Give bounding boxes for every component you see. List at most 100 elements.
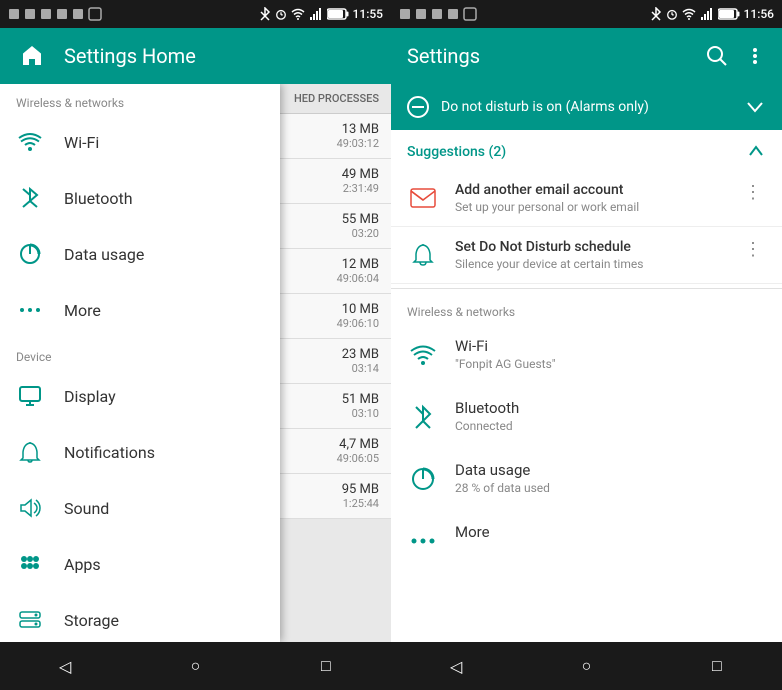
status-bar-left: 11:55 bbox=[0, 0, 391, 28]
more-icon bbox=[744, 45, 766, 67]
suggestion-more-dnd[interactable]: ⋮ bbox=[740, 239, 766, 260]
data-usage-icon bbox=[16, 240, 44, 268]
left-menu-content: Wireless & networks Wi-Fi Bluetooth Data… bbox=[0, 84, 280, 642]
recent-button-left[interactable]: □ bbox=[314, 654, 338, 678]
suggestions-header: Suggestions (2) bbox=[391, 130, 782, 170]
settings-item-content-datausage: Data usage 28 % of data used bbox=[455, 461, 766, 495]
time-right: 11:56 bbox=[744, 7, 774, 21]
settings-icon-sb-r bbox=[431, 8, 443, 20]
menu-item-sound[interactable]: Sound bbox=[0, 480, 280, 536]
display-icon bbox=[16, 382, 44, 410]
suggestion-item-email[interactable]: Add another email account Set up your pe… bbox=[391, 170, 782, 227]
data-usage-svg bbox=[410, 466, 436, 492]
dnd-banner[interactable]: Do not disturb is on (Alarms only) bbox=[391, 84, 782, 130]
suggestion-content-dnd: Set Do Not Disturb schedule Silence your… bbox=[455, 239, 724, 271]
photo-icon-r bbox=[415, 8, 427, 20]
suggestion-more-email[interactable]: ⋮ bbox=[740, 182, 766, 203]
wifi-icon bbox=[16, 128, 44, 156]
wifi-status-icon-right bbox=[682, 7, 696, 21]
nav-bar-left: ◁ ○ □ bbox=[0, 642, 391, 690]
signal-icon-right bbox=[700, 7, 714, 21]
suggestion-item-dnd[interactable]: Set Do Not Disturb schedule Silence your… bbox=[391, 227, 782, 284]
apps-icon bbox=[16, 550, 44, 578]
menu-item-storage[interactable]: Storage bbox=[0, 592, 280, 642]
bluetooth-status-icon-left bbox=[259, 7, 271, 21]
back-button-right[interactable]: ◁ bbox=[444, 654, 468, 678]
settings-item-datausage[interactable]: Data usage 28 % of data used bbox=[391, 447, 782, 509]
gmail-icon bbox=[407, 182, 439, 214]
menu-label: Apps bbox=[64, 555, 101, 574]
suggestion-title-dnd: Set Do Not Disturb schedule bbox=[455, 239, 724, 255]
settings-item-title-wifi: Wi-Fi bbox=[455, 337, 766, 355]
menu-label: Notifications bbox=[64, 443, 155, 462]
status-icons-left bbox=[8, 7, 102, 21]
dnd-left: Do not disturb is on (Alarms only) bbox=[407, 96, 649, 118]
home-button-left[interactable]: ○ bbox=[183, 654, 207, 678]
suggestions-collapse-icon[interactable] bbox=[746, 142, 766, 162]
dnd-minus-icon bbox=[407, 96, 429, 118]
settings-item-subtitle-bluetooth: Connected bbox=[455, 419, 766, 433]
menu-label: Data usage bbox=[64, 245, 144, 264]
data-usage-icon bbox=[407, 463, 439, 495]
home-button-right[interactable]: ○ bbox=[574, 654, 598, 678]
more-button[interactable] bbox=[744, 45, 766, 67]
settings-home-title: Settings Home bbox=[64, 44, 196, 68]
time-left: 11:55 bbox=[353, 7, 383, 21]
search-icon bbox=[706, 45, 728, 67]
recent-button-right[interactable]: □ bbox=[705, 654, 729, 678]
notifications-icon bbox=[16, 438, 44, 466]
sim-icon bbox=[8, 8, 20, 20]
left-panel: 11:55 Settings Home HED PROCESSES 13 MB4… bbox=[0, 0, 391, 690]
suggestion-subtitle-email: Set up your personal or work email bbox=[455, 200, 724, 214]
menu-label: More bbox=[64, 301, 101, 320]
wifi-icon bbox=[407, 339, 439, 371]
menu-item-display[interactable]: Display bbox=[0, 368, 280, 424]
menu-label: Wi-Fi bbox=[64, 133, 99, 152]
signal-icon-left bbox=[309, 7, 323, 21]
settings-item-content-wifi: Wi-Fi "Fonpit AG Guests" bbox=[455, 337, 766, 371]
content-area: Do not disturb is on (Alarms only) Sugge… bbox=[391, 84, 782, 642]
search-button[interactable] bbox=[706, 45, 728, 67]
settings-item-bluetooth[interactable]: Bluetooth Connected bbox=[391, 385, 782, 447]
menu-item-apps[interactable]: Apps bbox=[0, 536, 280, 592]
wifi-svg bbox=[410, 342, 436, 368]
suggestions-label: Suggestions (2) bbox=[407, 144, 506, 160]
status-icons-right bbox=[399, 7, 477, 21]
status-icons-right-r: 11:56 bbox=[650, 7, 774, 21]
settings-item-more[interactable]: More bbox=[391, 509, 782, 571]
back-button-left[interactable]: ◁ bbox=[53, 654, 77, 678]
menu-label: Bluetooth bbox=[64, 189, 133, 208]
menu-item-wi-fi[interactable]: Wi-Fi bbox=[0, 114, 280, 170]
sound-icon bbox=[16, 494, 44, 522]
right-panel: 11:56 Settings bbox=[391, 0, 782, 690]
top-bar-left: Settings Home bbox=[0, 28, 391, 84]
settings-item-subtitle-datausage: 28 % of data used bbox=[455, 481, 766, 495]
suggestion-content-email: Add another email account Set up your pe… bbox=[455, 182, 724, 214]
cast-icon bbox=[88, 7, 102, 21]
wireless-section-header: Wireless & networks bbox=[391, 293, 782, 323]
settings-item-content-more: More bbox=[455, 523, 766, 541]
alarm-icon-left bbox=[275, 7, 287, 21]
more-horiz-icon bbox=[16, 296, 44, 324]
settings-item-wifi[interactable]: Wi-Fi "Fonpit AG Guests" bbox=[391, 323, 782, 385]
menu-item-notifications[interactable]: Notifications bbox=[0, 424, 280, 480]
nav-bar-right: ◁ ○ □ bbox=[391, 642, 782, 690]
screenshot-icon bbox=[24, 8, 36, 20]
gmail-svg bbox=[409, 184, 437, 212]
bell-svg bbox=[409, 241, 437, 269]
usb-icon-r bbox=[447, 8, 459, 20]
section-divider-1 bbox=[391, 288, 782, 289]
menu-item-bluetooth[interactable]: Bluetooth bbox=[0, 170, 280, 226]
alarm-icon-right bbox=[666, 7, 678, 21]
status-bar-right: 11:56 bbox=[391, 0, 782, 28]
menu-item-data-usage[interactable]: Data usage bbox=[0, 226, 280, 282]
menu-item-more[interactable]: More bbox=[0, 282, 280, 338]
bluetooth-icon bbox=[16, 184, 44, 212]
usb-icon bbox=[72, 8, 84, 20]
battery-icon-right bbox=[718, 8, 740, 20]
settings-item-title-datausage: Data usage bbox=[455, 461, 766, 479]
battery-icon-left bbox=[327, 8, 349, 20]
home-icon bbox=[20, 44, 44, 68]
settings-menu: Wireless & networks Wi-Fi Bluetooth Data… bbox=[0, 84, 280, 642]
settings-item-title-more: More bbox=[455, 523, 766, 541]
